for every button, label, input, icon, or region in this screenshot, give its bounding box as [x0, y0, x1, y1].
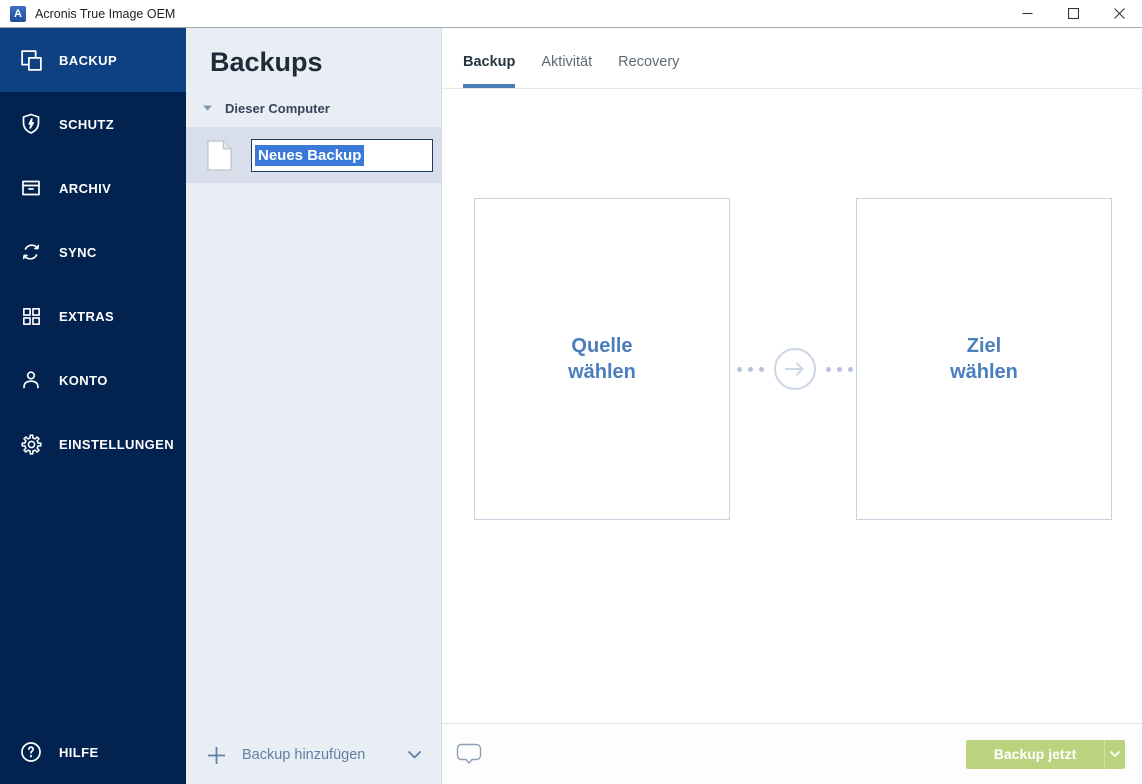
window-title: Acronis True Image OEM [35, 6, 176, 21]
sidebar-item-sync[interactable]: SYNC [0, 220, 186, 284]
sidebar-item-label: ARCHIV [59, 180, 112, 196]
backup-name-input[interactable]: Neues Backup [251, 138, 433, 172]
select-destination-label-line1: Ziel [966, 335, 1002, 357]
add-backup-label: Backup hinzufügen [242, 747, 366, 763]
backup-now-button[interactable]: Backup jetzt [966, 740, 1104, 769]
main-footer: Backup jetzt [442, 723, 1142, 784]
sidebar-item-label: BACKUP [59, 52, 118, 68]
sidebar-item-schutz[interactable]: SCHUTZ [0, 92, 186, 156]
chevron-down-icon [1110, 751, 1120, 757]
sync-arrows-icon [17, 240, 45, 264]
sidebar-item-einstellungen[interactable]: EINSTELLUNGEN [0, 412, 186, 476]
backup-now-button-group: Backup jetzt [966, 739, 1125, 769]
minimize-icon [1022, 12, 1032, 15]
sidebar-item-label: SYNC [59, 244, 97, 260]
window-controls [1004, 0, 1142, 27]
dots-right [826, 366, 853, 372]
tab-recovery[interactable]: Recovery [618, 28, 679, 88]
select-source-label-line2: wählen [568, 361, 636, 383]
file-icon [207, 140, 232, 171]
sidebar-item-label: EXTRAS [59, 308, 115, 324]
tab-aktivitaet[interactable]: Aktivität [541, 28, 592, 88]
app-logo-icon: A [10, 5, 26, 22]
main-area: Backup Aktivität Recovery Quelle wählen [441, 28, 1142, 784]
chevron-down-icon[interactable] [408, 751, 421, 759]
sidebar-item-hilfe[interactable]: HILFE [0, 720, 186, 784]
sidebar: BACKUP SCHUTZ ARCHIV SYNC EXTRAS KONTO E… [0, 28, 186, 784]
sidebar-item-label: HILFE [59, 744, 99, 760]
archive-box-icon [17, 176, 45, 200]
computer-group-row[interactable]: Dieser Computer [186, 97, 441, 119]
add-backup-button[interactable]: Backup hinzufügen [186, 726, 441, 784]
backups-panel: Backups Dieser Computer Neues Backup Bac… [186, 28, 441, 784]
backup-name-selected-text: Neues Backup [255, 144, 365, 166]
backup-now-dropdown-button[interactable] [1104, 739, 1125, 769]
dots-left [737, 366, 764, 372]
tab-bar: Backup Aktivität Recovery [442, 28, 1142, 89]
group-label: Dieser Computer [225, 100, 330, 116]
sidebar-item-archiv[interactable]: ARCHIV [0, 156, 186, 220]
sidebar-item-backup[interactable]: BACKUP [0, 28, 186, 92]
sidebar-item-label: EINSTELLUNGEN [59, 436, 174, 452]
source-to-destination-connector [737, 347, 853, 391]
sidebar-item-label: SCHUTZ [59, 116, 115, 132]
close-icon [1113, 8, 1125, 19]
select-destination-box[interactable]: Ziel wählen [856, 198, 1112, 520]
arrow-right-circle-icon [773, 347, 817, 391]
select-destination-label-line2: wählen [950, 361, 1018, 383]
sidebar-item-label: KONTO [59, 372, 108, 388]
panel-title: Backups [210, 47, 323, 77]
collapse-arrow-icon[interactable] [203, 105, 212, 111]
backup-copies-icon [17, 48, 45, 73]
person-icon [17, 368, 45, 392]
backup-setup-content: Quelle wählen Ziel wählen [442, 89, 1142, 723]
gear-icon [17, 433, 45, 456]
sidebar-item-extras[interactable]: EXTRAS [0, 284, 186, 348]
tab-backup[interactable]: Backup [463, 28, 516, 88]
close-button[interactable] [1096, 0, 1142, 27]
backup-list-item[interactable]: Neues Backup [186, 127, 441, 183]
select-source-label-line1: Quelle [571, 335, 633, 357]
sidebar-item-konto[interactable]: KONTO [0, 348, 186, 412]
shield-bolt-icon [17, 112, 45, 136]
speech-bubble-icon[interactable] [456, 743, 482, 765]
grid-squares-icon [17, 305, 45, 328]
question-circle-icon [17, 740, 45, 764]
title-bar: A Acronis True Image OEM [0, 0, 1142, 28]
minimize-button[interactable] [1004, 0, 1050, 27]
plus-icon [208, 746, 225, 764]
maximize-button[interactable] [1050, 0, 1096, 27]
select-source-box[interactable]: Quelle wählen [474, 198, 730, 520]
maximize-icon [1067, 8, 1079, 19]
